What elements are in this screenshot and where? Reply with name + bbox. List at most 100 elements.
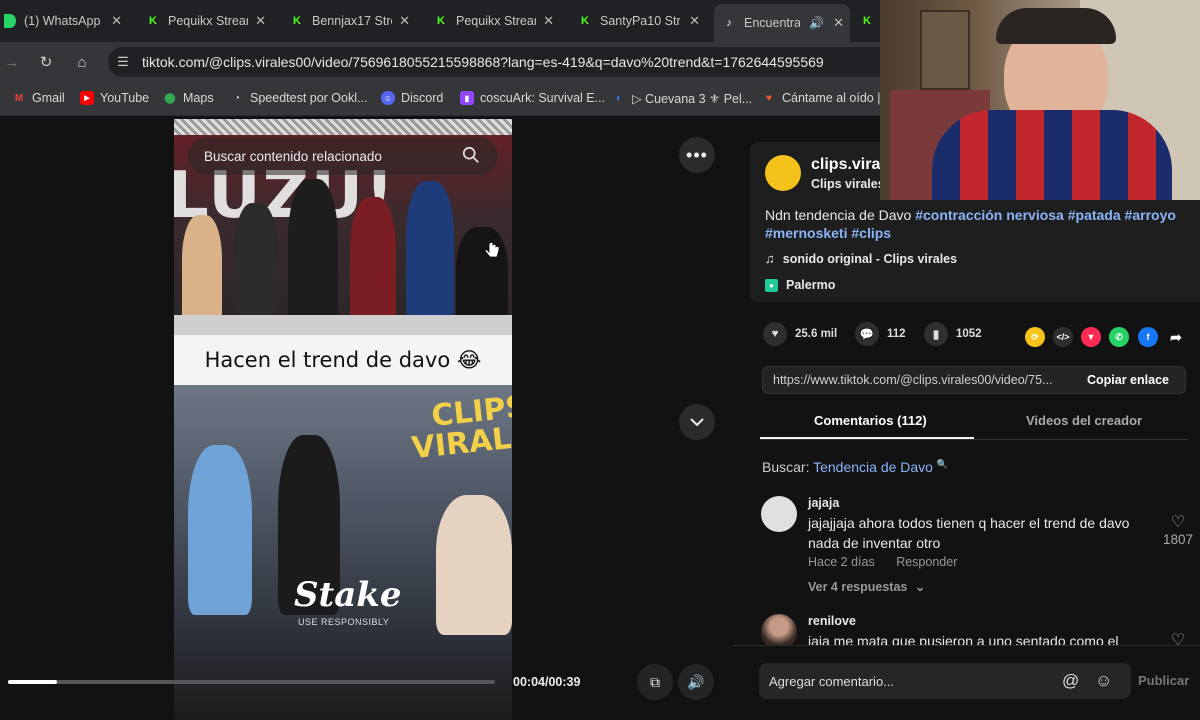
repost-icon[interactable]: ⟳: [1025, 327, 1045, 347]
forward-icon[interactable]: →: [2, 52, 22, 72]
heart-outline-icon: ♡: [1170, 632, 1186, 645]
comment-item: renilove jaja me mata que pusieron a uno…: [761, 614, 1191, 645]
send-to-friends-icon[interactable]: ▼: [1081, 327, 1101, 347]
view-replies-button[interactable]: Ver 4 respuestas ⌄: [808, 579, 925, 594]
reply-button[interactable]: Responder: [896, 555, 957, 569]
share-link-url[interactable]: https://www.tiktok.com/@clips.virales00/…: [773, 373, 1052, 387]
tab-kick-partial[interactable]: K: [860, 6, 880, 36]
comment-time: Hace 2 días: [808, 555, 875, 569]
avatar[interactable]: [761, 614, 797, 645]
url-box[interactable]: ☰ tiktok.com/@clips.virales00/video/7569…: [108, 47, 880, 77]
hashtag-link[interactable]: #arroyo: [1125, 207, 1176, 223]
comment-text: jaja me mata que pusieron a uno sentado …: [808, 633, 1119, 645]
bookmark-label: ▷ Cuevana 3 ⚜ Pel...: [632, 92, 753, 106]
video-frame-bottom: CLIPS VIRALES Stake USE RESPONSIBLY: [174, 385, 512, 720]
comment-button[interactable]: 💬 112: [855, 322, 906, 346]
video-top-stripes: [174, 119, 512, 135]
more-icon: •••: [686, 144, 708, 165]
emoji-icon[interactable]: ☺: [1095, 671, 1112, 691]
home-icon[interactable]: ⌂: [72, 52, 92, 72]
search-label: Buscar:: [762, 459, 810, 475]
copy-link-button[interactable]: Copiar enlace: [1087, 373, 1169, 387]
tab-kick-4[interactable]: K SantyPa10 Stream ✕: [572, 6, 706, 36]
bookmark-maps[interactable]: ⬤ Maps: [163, 91, 214, 105]
close-icon[interactable]: ✕: [255, 13, 266, 29]
bookmark-gmail[interactable]: M Gmail: [12, 91, 65, 105]
person-figure: [188, 445, 252, 615]
close-icon[interactable]: ✕: [543, 13, 554, 29]
person-figure: [288, 179, 338, 329]
comment-count: 112: [887, 328, 906, 340]
creator-name[interactable]: clips.vira: [811, 156, 880, 174]
close-icon[interactable]: ✕: [111, 13, 122, 29]
bookmark-cantame[interactable]: ♥ Cántame al oído |: [762, 91, 880, 105]
twitch-icon: ▮: [460, 91, 474, 105]
bookmark-youtube[interactable]: ▶ YouTube: [80, 91, 149, 105]
next-video-button[interactable]: [679, 404, 715, 440]
comment-search-suggestion[interactable]: Buscar: Tendencia de Davo 🔍: [762, 459, 948, 475]
close-icon[interactable]: ✕: [399, 13, 410, 29]
avatar[interactable]: [761, 496, 797, 532]
creator-nickname: Clips virales: [811, 177, 885, 191]
related-search-bar[interactable]: Buscar contenido relacionado: [188, 137, 498, 175]
creator-avatar[interactable]: [765, 155, 801, 191]
hashtag-link[interactable]: #mernosketi: [765, 225, 847, 241]
reload-icon[interactable]: ↻: [36, 52, 56, 72]
view-replies-label: Ver 4 respuestas: [808, 580, 908, 594]
tab-tiktok-active[interactable]: ♪ Encuentra 🔊 ✕: [714, 4, 850, 42]
bookmark-cuevana[interactable]: ◐ ▷ Cuevana 3 ⚜ Pel...: [612, 91, 752, 106]
bookmark-twitch[interactable]: ▮ coscuArk: Survival E...: [460, 91, 605, 105]
embed-icon[interactable]: </>: [1053, 327, 1073, 347]
bookmark-label: Gmail: [32, 91, 65, 105]
comment-meta: Hace 2 días Responder: [808, 555, 957, 569]
mention-icon[interactable]: @: [1062, 671, 1079, 691]
search-query[interactable]: Tendencia de Davo: [813, 459, 933, 475]
tab-kick-2[interactable]: K Bennjax17 Stream ✕: [284, 6, 416, 36]
music-link[interactable]: ♫ sonido original - Clips virales: [765, 251, 957, 266]
close-icon[interactable]: ✕: [833, 15, 844, 31]
hashtag-link[interactable]: #clips: [851, 225, 891, 241]
bookmark-icon: ▮: [924, 322, 948, 346]
like-count: 25.6 mil: [795, 328, 838, 340]
desk: [174, 315, 512, 337]
search-icon[interactable]: [462, 146, 480, 164]
miniplayer-button[interactable]: ⧉: [637, 664, 673, 700]
url-text[interactable]: tiktok.com/@clips.virales00/video/756961…: [142, 54, 824, 70]
volume-button[interactable]: 🔊: [678, 664, 714, 700]
tab-creator-videos[interactable]: Videos del creador: [1026, 413, 1142, 428]
tab-kick-3[interactable]: K Pequikx Stream ✕: [428, 6, 560, 36]
tab-kick-1[interactable]: K Pequikx Stream ✕: [140, 6, 272, 36]
tab-whatsapp[interactable]: (1) WhatsApp ✕: [0, 6, 128, 36]
comment-username[interactable]: renilove: [808, 614, 856, 628]
kick-icon: K: [863, 15, 871, 27]
location-link[interactable]: ● Palermo: [765, 278, 835, 292]
comment-username[interactable]: jajaja: [808, 496, 839, 510]
comment-like-button[interactable]: ♡: [1158, 630, 1191, 645]
tab-comments[interactable]: Comentarios (112): [814, 413, 927, 428]
save-button[interactable]: ▮ 1052: [924, 322, 982, 346]
hashtag-link[interactable]: #contracción nerviosa: [915, 207, 1064, 223]
share-arrow-icon[interactable]: ➦: [1166, 327, 1186, 347]
close-icon[interactable]: ✕: [689, 13, 700, 29]
whatsapp-icon: [4, 14, 16, 28]
like-button[interactable]: ♥ 25.6 mil: [763, 322, 837, 346]
tiktok-icon: ♪: [726, 17, 732, 29]
room-cabinet: [920, 10, 970, 90]
comment-like-button[interactable]: ♡ 1807: [1158, 512, 1198, 547]
bookmark-speedtest[interactable]: ◔ Speedtest por Ookl...: [230, 91, 367, 105]
hashtag-link[interactable]: #patada: [1068, 207, 1121, 223]
bookmark-discord[interactable]: ☺ Discord: [381, 91, 443, 105]
sponsor-disclaimer: USE RESPONSIBLY: [298, 617, 390, 627]
site-settings-icon[interactable]: ☰: [108, 54, 138, 70]
video-player[interactable]: LUZU! TV Buscar contenido relacionado Ha…: [174, 119, 512, 720]
facebook-share-icon[interactable]: f: [1138, 327, 1158, 347]
kick-icon: K: [149, 15, 157, 27]
bookmark-label: Maps: [183, 91, 214, 105]
person-figure: [234, 203, 278, 327]
publish-button[interactable]: Publicar: [1138, 673, 1189, 688]
volume-icon: 🔊: [687, 673, 705, 690]
whatsapp-share-icon[interactable]: ✆: [1109, 327, 1129, 347]
comment-text: jajajjaja ahora todos tienen q hacer el …: [808, 515, 1130, 551]
video-progress-bar[interactable]: [8, 680, 495, 684]
more-options-button[interactable]: •••: [679, 137, 715, 173]
